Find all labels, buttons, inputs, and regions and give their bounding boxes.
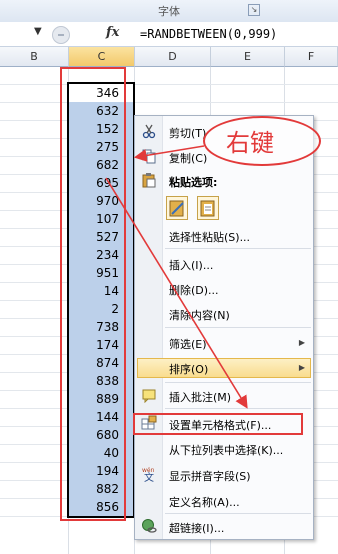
menu-separator [165, 327, 311, 328]
menu-separator [165, 248, 311, 249]
menu-item-filter[interactable]: 筛选(E) [169, 336, 207, 352]
scissors-icon [142, 124, 156, 139]
dialog-launcher-icon[interactable]: ↘ [248, 4, 260, 16]
menu-item-hyperlink[interactable]: 超链接(I)... [169, 520, 224, 536]
menu-item-insert-comment[interactable]: 插入批注(M) [169, 389, 231, 405]
menu-separator [165, 513, 311, 514]
menu-hover-highlight [137, 358, 311, 378]
submenu-arrow-icon: ▶ [298, 338, 305, 347]
callout-text: 右键 [226, 129, 274, 157]
column-header-c[interactable]: C [69, 47, 135, 67]
insert-function-icon[interactable]: fx [106, 25, 119, 40]
svg-text:文: 文 [144, 471, 154, 482]
menu-item-delete[interactable]: 删除(D)... [169, 282, 219, 298]
paste-icon [142, 173, 156, 188]
submenu-arrow-icon: ▶ [298, 363, 305, 372]
menu-item-phonetic[interactable]: 显示拼音字段(S) [169, 468, 251, 484]
context-menu: 剪切(T) 复制(C) 粘贴选项: 选择性粘贴(S)... 插入(I)... 删… [134, 115, 314, 540]
menu-item-insert[interactable]: 插入(I)... [169, 257, 213, 273]
menu-item-clear-contents[interactable]: 清除内容(N) [169, 307, 230, 323]
menu-label-paste-options: 粘贴选项: [169, 176, 218, 189]
column-header-e[interactable]: E [211, 47, 285, 67]
column-header-b[interactable]: B [0, 47, 69, 67]
menu-item-pick-from-list[interactable]: 从下拉列表中选择(K)... [169, 442, 283, 458]
paste-keep-format-icon[interactable] [166, 196, 188, 220]
column-header-f[interactable]: F [285, 47, 338, 67]
annotation-format-cells-highlight [133, 413, 303, 435]
paste-option-buttons [166, 196, 223, 223]
menu-separator [165, 382, 311, 383]
comment-icon [142, 389, 156, 403]
menu-item-sort[interactable]: 排序(O) [169, 361, 208, 377]
hyperlink-icon [142, 519, 157, 533]
formula-bar: ▼ fx =RANDBETWEEN(0,999) [0, 22, 338, 47]
grid-row-line [0, 84, 338, 85]
annotation-column-highlight [60, 67, 126, 521]
menu-item-cut[interactable]: 剪切(T) [169, 125, 206, 141]
paste-values-icon[interactable] [197, 196, 220, 220]
phonetic-icon: wén 文 [142, 467, 155, 482]
ribbon-group-label: 字体 [158, 5, 180, 18]
menu-separator [165, 408, 311, 409]
ribbon-font-group: 字体 ↘ [0, 0, 338, 23]
formula-bar-expand-icon[interactable] [52, 26, 70, 44]
copy-icon [142, 149, 156, 164]
grid-row-line [0, 102, 338, 103]
namebox-dropdown-icon[interactable]: ▼ [34, 26, 42, 37]
menu-item-define-name[interactable]: 定义名称(A)... [169, 494, 240, 510]
formula-input[interactable]: =RANDBETWEEN(0,999) [140, 27, 277, 41]
menu-item-paste-special[interactable]: 选择性粘贴(S)... [169, 229, 250, 245]
column-header-d[interactable]: D [135, 47, 211, 67]
menu-item-copy[interactable]: 复制(C) [169, 150, 207, 166]
